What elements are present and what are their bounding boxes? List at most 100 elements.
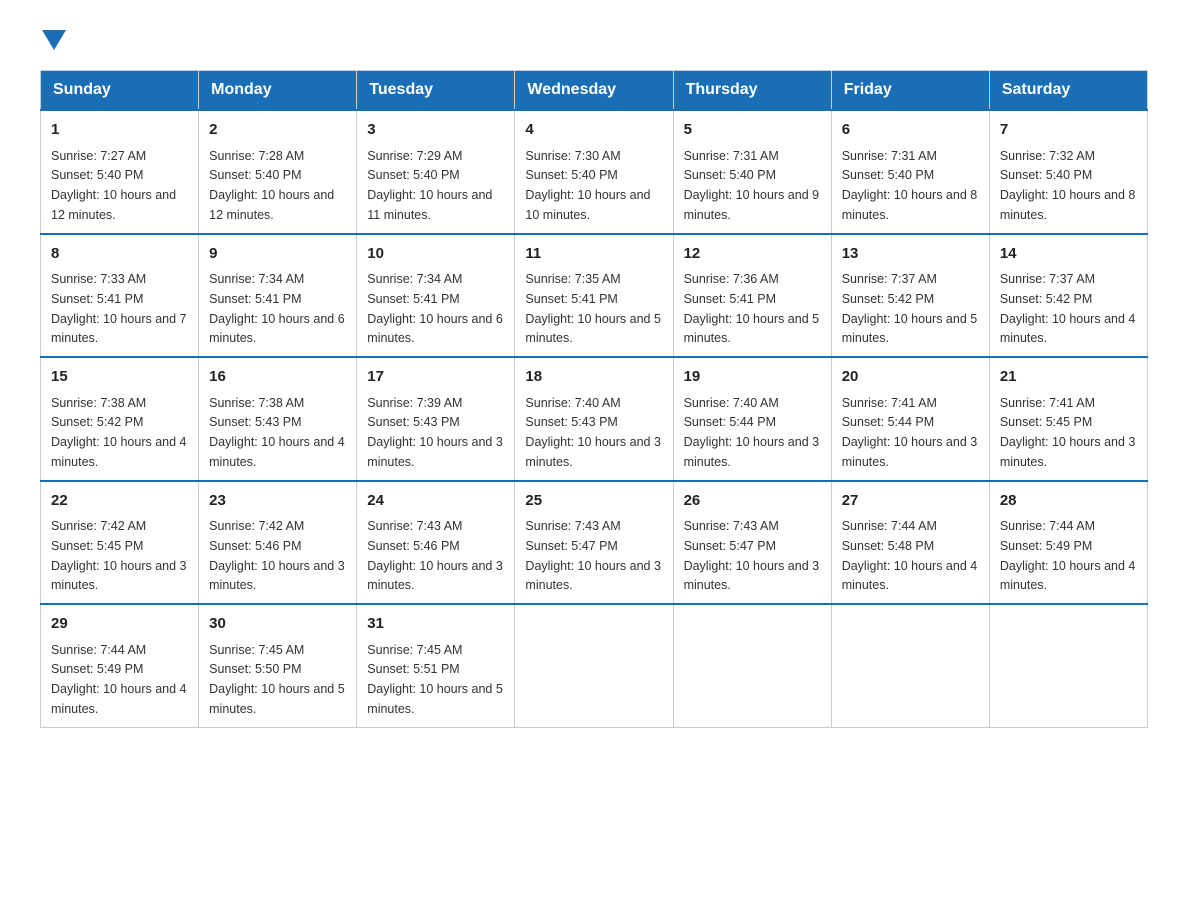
day-daylight: Daylight: 10 hours and 11 minutes.	[367, 188, 492, 222]
weekday-header-wednesday: Wednesday	[515, 71, 673, 111]
day-number: 12	[684, 243, 821, 266]
day-daylight: Daylight: 10 hours and 12 minutes.	[209, 188, 334, 222]
day-sunset: Sunset: 5:42 PM	[1000, 292, 1092, 306]
logo-triangle-icon	[42, 30, 66, 50]
day-number: 14	[1000, 243, 1137, 266]
day-daylight: Daylight: 10 hours and 4 minutes.	[842, 559, 978, 593]
day-sunset: Sunset: 5:45 PM	[1000, 415, 1092, 429]
calendar-cell: 5 Sunrise: 7:31 AM Sunset: 5:40 PM Dayli…	[673, 110, 831, 234]
day-daylight: Daylight: 10 hours and 4 minutes.	[51, 435, 187, 469]
day-daylight: Daylight: 10 hours and 4 minutes.	[51, 682, 187, 716]
calendar-cell: 27 Sunrise: 7:44 AM Sunset: 5:48 PM Dayl…	[831, 481, 989, 605]
day-sunset: Sunset: 5:40 PM	[51, 168, 143, 182]
day-daylight: Daylight: 10 hours and 3 minutes.	[684, 435, 820, 469]
day-sunset: Sunset: 5:43 PM	[209, 415, 301, 429]
day-daylight: Daylight: 10 hours and 4 minutes.	[1000, 559, 1136, 593]
day-daylight: Daylight: 10 hours and 3 minutes.	[525, 435, 661, 469]
day-sunset: Sunset: 5:43 PM	[367, 415, 459, 429]
day-number: 8	[51, 243, 188, 266]
day-sunset: Sunset: 5:40 PM	[1000, 168, 1092, 182]
day-number: 6	[842, 119, 979, 142]
calendar-cell: 7 Sunrise: 7:32 AM Sunset: 5:40 PM Dayli…	[989, 110, 1147, 234]
day-sunset: Sunset: 5:40 PM	[525, 168, 617, 182]
day-sunset: Sunset: 5:41 PM	[684, 292, 776, 306]
day-sunrise: Sunrise: 7:45 AM	[209, 643, 304, 657]
day-number: 10	[367, 243, 504, 266]
day-sunset: Sunset: 5:47 PM	[684, 539, 776, 553]
day-daylight: Daylight: 10 hours and 3 minutes.	[367, 559, 503, 593]
day-number: 17	[367, 366, 504, 389]
calendar-cell: 30 Sunrise: 7:45 AM Sunset: 5:50 PM Dayl…	[199, 604, 357, 727]
day-sunset: Sunset: 5:41 PM	[525, 292, 617, 306]
day-daylight: Daylight: 10 hours and 8 minutes.	[842, 188, 978, 222]
day-number: 20	[842, 366, 979, 389]
calendar-cell: 4 Sunrise: 7:30 AM Sunset: 5:40 PM Dayli…	[515, 110, 673, 234]
day-sunset: Sunset: 5:48 PM	[842, 539, 934, 553]
day-daylight: Daylight: 10 hours and 8 minutes.	[1000, 188, 1136, 222]
weekday-header-monday: Monday	[199, 71, 357, 111]
day-sunrise: Sunrise: 7:43 AM	[684, 519, 779, 533]
day-sunrise: Sunrise: 7:41 AM	[1000, 396, 1095, 410]
day-number: 28	[1000, 490, 1137, 513]
week-row-5: 29 Sunrise: 7:44 AM Sunset: 5:49 PM Dayl…	[41, 604, 1148, 727]
day-sunrise: Sunrise: 7:44 AM	[1000, 519, 1095, 533]
day-sunset: Sunset: 5:40 PM	[684, 168, 776, 182]
day-number: 24	[367, 490, 504, 513]
day-number: 27	[842, 490, 979, 513]
day-sunrise: Sunrise: 7:43 AM	[367, 519, 462, 533]
day-number: 3	[367, 119, 504, 142]
day-daylight: Daylight: 10 hours and 3 minutes.	[842, 435, 978, 469]
calendar-cell: 19 Sunrise: 7:40 AM Sunset: 5:44 PM Dayl…	[673, 357, 831, 481]
day-number: 9	[209, 243, 346, 266]
day-daylight: Daylight: 10 hours and 3 minutes.	[684, 559, 820, 593]
calendar-cell	[831, 604, 989, 727]
day-daylight: Daylight: 10 hours and 6 minutes.	[209, 312, 345, 346]
calendar-cell: 26 Sunrise: 7:43 AM Sunset: 5:47 PM Dayl…	[673, 481, 831, 605]
calendar-cell	[673, 604, 831, 727]
day-number: 22	[51, 490, 188, 513]
day-sunrise: Sunrise: 7:31 AM	[684, 149, 779, 163]
calendar-cell: 28 Sunrise: 7:44 AM Sunset: 5:49 PM Dayl…	[989, 481, 1147, 605]
day-number: 16	[209, 366, 346, 389]
day-sunrise: Sunrise: 7:43 AM	[525, 519, 620, 533]
day-daylight: Daylight: 10 hours and 5 minutes.	[525, 312, 661, 346]
day-number: 30	[209, 613, 346, 636]
day-daylight: Daylight: 10 hours and 3 minutes.	[1000, 435, 1136, 469]
day-sunset: Sunset: 5:40 PM	[209, 168, 301, 182]
calendar-cell: 6 Sunrise: 7:31 AM Sunset: 5:40 PM Dayli…	[831, 110, 989, 234]
day-sunrise: Sunrise: 7:36 AM	[684, 272, 779, 286]
calendar-cell: 18 Sunrise: 7:40 AM Sunset: 5:43 PM Dayl…	[515, 357, 673, 481]
day-daylight: Daylight: 10 hours and 3 minutes.	[525, 559, 661, 593]
day-sunrise: Sunrise: 7:38 AM	[209, 396, 304, 410]
day-sunrise: Sunrise: 7:42 AM	[51, 519, 146, 533]
calendar-cell: 10 Sunrise: 7:34 AM Sunset: 5:41 PM Dayl…	[357, 234, 515, 358]
day-number: 11	[525, 243, 662, 266]
day-sunrise: Sunrise: 7:31 AM	[842, 149, 937, 163]
day-sunrise: Sunrise: 7:29 AM	[367, 149, 462, 163]
day-number: 18	[525, 366, 662, 389]
calendar-cell: 8 Sunrise: 7:33 AM Sunset: 5:41 PM Dayli…	[41, 234, 199, 358]
day-daylight: Daylight: 10 hours and 6 minutes.	[367, 312, 503, 346]
day-sunset: Sunset: 5:41 PM	[367, 292, 459, 306]
calendar-header-row: SundayMondayTuesdayWednesdayThursdayFrid…	[41, 71, 1148, 111]
calendar-cell: 25 Sunrise: 7:43 AM Sunset: 5:47 PM Dayl…	[515, 481, 673, 605]
day-sunset: Sunset: 5:40 PM	[367, 168, 459, 182]
calendar-cell: 9 Sunrise: 7:34 AM Sunset: 5:41 PM Dayli…	[199, 234, 357, 358]
calendar-cell: 21 Sunrise: 7:41 AM Sunset: 5:45 PM Dayl…	[989, 357, 1147, 481]
day-sunset: Sunset: 5:44 PM	[684, 415, 776, 429]
day-number: 21	[1000, 366, 1137, 389]
day-daylight: Daylight: 10 hours and 5 minutes.	[684, 312, 820, 346]
day-sunrise: Sunrise: 7:40 AM	[525, 396, 620, 410]
day-number: 26	[684, 490, 821, 513]
day-number: 25	[525, 490, 662, 513]
day-sunset: Sunset: 5:45 PM	[51, 539, 143, 553]
day-daylight: Daylight: 10 hours and 5 minutes.	[842, 312, 978, 346]
day-number: 31	[367, 613, 504, 636]
page-header	[40, 30, 1148, 50]
calendar-cell	[515, 604, 673, 727]
day-number: 2	[209, 119, 346, 142]
day-daylight: Daylight: 10 hours and 3 minutes.	[367, 435, 503, 469]
day-number: 29	[51, 613, 188, 636]
calendar-cell: 31 Sunrise: 7:45 AM Sunset: 5:51 PM Dayl…	[357, 604, 515, 727]
day-sunrise: Sunrise: 7:45 AM	[367, 643, 462, 657]
